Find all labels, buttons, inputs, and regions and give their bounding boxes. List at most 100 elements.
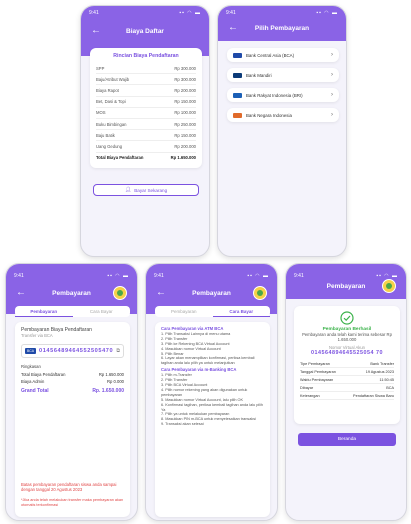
detail-value: Pendaftaran Siswa Baru (353, 393, 394, 398)
detail-row: Tanggal Pembayaran 19 Agustus 2023 (300, 368, 394, 377)
fee-label: Baju Batik (96, 132, 115, 138)
user-icon: 👤︎ (124, 187, 132, 193)
va-box: BCA 01456489464552505470 ⧉ (21, 344, 124, 359)
grand-total-value: Rp. 1.650.000 (92, 387, 124, 394)
fee-card: Rincian Biaya Pendaftaran SPP Rp 300.000 B… (90, 48, 202, 168)
bank-option[interactable]: Bank Rakyat Indonesia (BRI) › (227, 88, 339, 102)
summary-row: Biaya Admin Rp 0.000 (21, 379, 124, 384)
instruction-step: 6. Layar akan menampilkan konfirmasi, pe… (161, 356, 255, 366)
bank-logo-icon (233, 92, 242, 98)
tab-pembayaran[interactable]: Pembayaran (155, 306, 213, 317)
fee-row: MOS Rp 100.000 (96, 108, 196, 119)
summary-label: Biaya Admin (21, 379, 45, 385)
bank-badge: BCA (25, 348, 36, 355)
fee-value: Rp 200.000 (174, 87, 196, 93)
copy-icon[interactable]: ⧉ (116, 348, 120, 354)
summary-row: Total Biaya Pendaftaran Rp 1.650.000 (21, 372, 124, 377)
bank-logo-icon (233, 72, 242, 78)
phone-pembayaran: 9:41 ▪▪ ◠ ▬ ← Pembayaran Pembayaran Cara… (5, 263, 138, 521)
fee-label: Baju/Atribut Wajib (96, 76, 130, 82)
deadline-note: Batas pembayaran pendaftaran siswa anda … (21, 482, 117, 493)
grand-total-row: Grand Total Rp. 1.650.000 (21, 388, 124, 394)
phone-pembayaran-berhasil: 9:41 ▪▪ ◠ ▬ Pembayaran Pembayaran Berhas… (285, 263, 407, 521)
fee-label: SPP (96, 65, 105, 71)
bank-option[interactable]: Bank Mandiri › (227, 68, 339, 82)
bank-name: Bank Rakyat Indonesia (BRI) (246, 92, 303, 98)
detail-label: Tipe Pembayaran (300, 361, 330, 366)
auto-confirm-note: *Jika anda telah melakukan transfer maka… (21, 498, 124, 507)
detail-title: Ringkasan (21, 364, 41, 370)
avatar[interactable] (253, 286, 267, 300)
status-time: 9:41 (294, 273, 304, 279)
status-time: 9:41 (154, 273, 164, 279)
instruction-step: 4. Pilih nomor rekening yang akan diguna… (161, 387, 248, 397)
fee-label: Uang Gedung (96, 143, 123, 149)
success-desc: Pembayaran anda telah kami terima sebesa… (302, 332, 392, 343)
tab-pembayaran[interactable]: Pembayaran (15, 306, 73, 317)
status-time: 9:41 (89, 10, 99, 16)
bank-logo-icon (233, 112, 242, 118)
bank-name: Bank Negara Indonesia (246, 112, 292, 118)
fee-value: Rp 300.000 (174, 76, 196, 82)
va-number: 014564894645525054 70 (311, 350, 383, 357)
page-title: Biaya Daftar (126, 28, 164, 35)
detail-label: Keterangan (300, 393, 320, 398)
va-number: 01456489464552505470 (38, 348, 114, 355)
instructions-card: Cara Pembayaran via ATM BCA 1. Pilih Tra… (155, 322, 270, 517)
pay-now-label: Bayar Sekarang (134, 187, 168, 193)
phone-biaya-daftar: 9:41 ▪▪ ◠ ▬ ← Biaya Daftar Rincian Biaya… (80, 5, 210, 257)
bank-option[interactable]: Bank Central Asia (BCA) › (227, 48, 339, 62)
check-circle-icon (340, 311, 354, 325)
detail-value: 11:50:45 (379, 377, 395, 382)
fee-value: Rp 250.000 (174, 121, 196, 127)
detail-label: Waktu Pembayaran (300, 377, 334, 382)
fee-label: Biaya Rapot (96, 87, 119, 93)
total-label: Total Biaya Pendaftaran (96, 155, 144, 161)
header: 9:41 ▪▪ ◠ ▬ Pembayaran (286, 264, 406, 299)
payment-card: Pembayaran Biaya Pendaftaran Transfer vi… (15, 322, 130, 517)
home-button-label: Beranda (337, 437, 357, 442)
total-value: Rp 1.650.000 (170, 155, 196, 161)
home-button[interactable]: Beranda (298, 433, 396, 446)
summary-value: Rp 1.650.000 (98, 371, 124, 377)
tab-cara-bayar[interactable]: Cara Bayar (73, 306, 131, 317)
fee-row: Biaya Rapot Rp 200.000 (96, 85, 196, 97)
payment-sub: Transfer via BCA (21, 333, 53, 338)
fee-row: Baju Batik Rp 150.000 (96, 130, 196, 142)
fee-total-row: Total Biaya Pendaftaran Rp 1.650.000 (96, 153, 196, 163)
chevron-right-icon: › (331, 92, 333, 98)
fee-label: Bet, Dasi & Topi (96, 99, 126, 105)
bank-option[interactable]: Bank Negara Indonesia › (227, 108, 339, 122)
detail-row: Waktu Pembayaran 11:50:45 (300, 376, 395, 385)
bank-name: Bank Mandiri (246, 72, 272, 78)
detail-row: Tipe Pembayaran Bank Transfer (300, 360, 394, 369)
section-title: Rincian Biaya Pendaftaran (113, 53, 179, 59)
avatar[interactable] (113, 286, 127, 300)
chevron-right-icon: › (331, 72, 333, 78)
status-time: 9:41 (226, 10, 236, 16)
detail-label: Dibayar (300, 385, 314, 390)
status-icons: ▪▪ ◠ ▬ (316, 10, 338, 16)
fee-value: Rp 150.000 (174, 99, 196, 105)
status-icons: ▪▪ ◠ ▬ (247, 273, 269, 279)
fee-value: Rp 300.000 (174, 65, 196, 71)
grand-total-label: Grand Total (21, 387, 49, 394)
instruction-step: 9. Transaksi akan selesai (161, 422, 204, 427)
tab-bar: Pembayaran Cara Bayar (155, 306, 270, 317)
detail-label: Tanggal Pembayaran (300, 369, 336, 374)
avatar[interactable] (382, 279, 396, 293)
fee-row: Bet, Dasi & Topi Rp 150.000 (96, 97, 196, 108)
tab-cara-bayar[interactable]: Cara Bayar (212, 306, 270, 317)
fee-value: Rp 100.000 (174, 110, 196, 116)
detail-row: Dibayar BCA (300, 384, 394, 393)
status-icons: ▪▪ ◠ ▬ (179, 10, 201, 16)
fee-value: Rp 150.000 (174, 132, 196, 138)
pay-now-button[interactable]: 👤︎ Bayar Sekarang (93, 184, 199, 196)
detail-value: BCA (386, 385, 394, 390)
detail-row: Keterangan Pendaftaran Siswa Baru (300, 392, 394, 401)
fee-row: Uang Gedung Rp 200.000 (96, 141, 196, 153)
tab-bar: Pembayaran Cara Bayar (15, 306, 130, 317)
detail-value: 19 Agustus 2023 (365, 369, 394, 374)
success-card: Pembayaran Berhasil Pembayaran anda tela… (294, 306, 400, 424)
bank-logo-icon (233, 52, 242, 58)
